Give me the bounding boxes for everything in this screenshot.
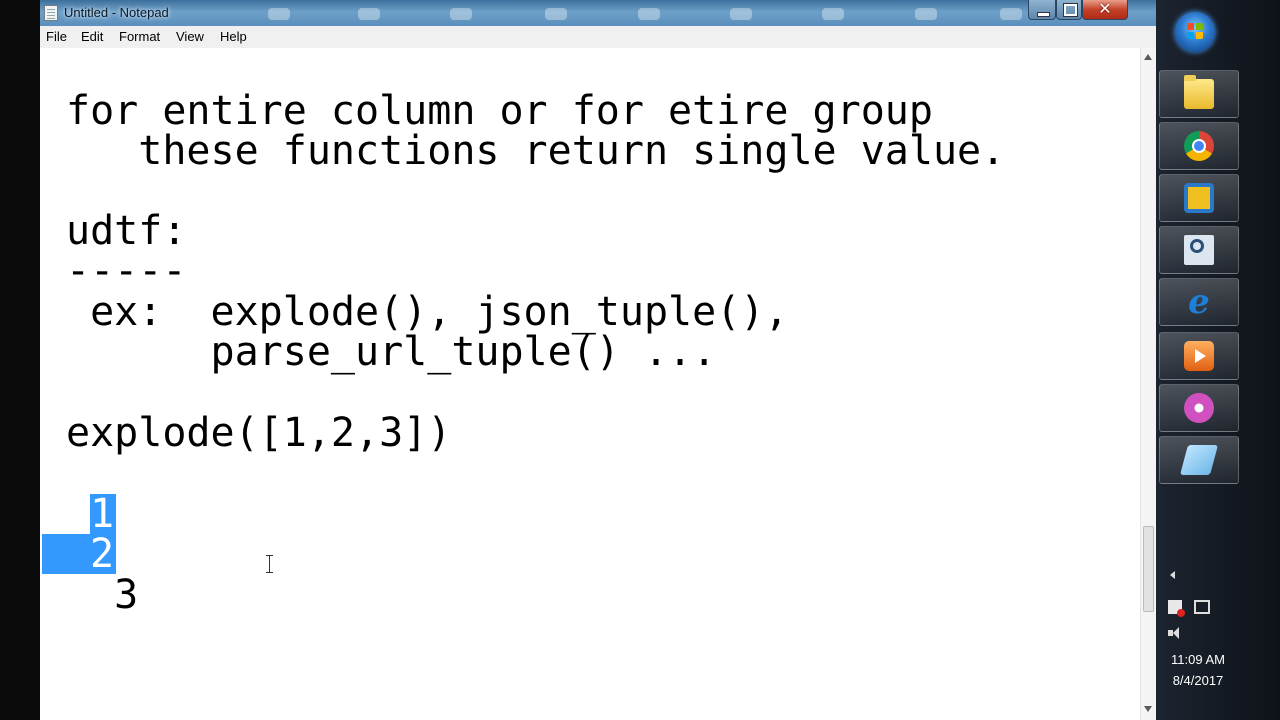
title-bar[interactable]: Untitled - Notepad ✕ — [40, 0, 1156, 26]
media-player-icon — [1184, 341, 1214, 371]
background-blur — [915, 8, 937, 20]
window-title: Untitled - Notepad — [64, 5, 169, 20]
scroll-thumb[interactable] — [1143, 526, 1154, 612]
background-blur — [450, 8, 472, 20]
minimize-button[interactable] — [1028, 0, 1056, 20]
menu-bar: File Edit Format View Help — [40, 26, 1156, 49]
close-button[interactable]: ✕ — [1082, 0, 1128, 20]
menu-view[interactable]: View — [176, 29, 204, 44]
menu-format[interactable]: Format — [119, 29, 160, 44]
taskbar-virtualbox[interactable] — [1159, 174, 1239, 222]
taskbar-internet-explorer[interactable]: e — [1159, 278, 1239, 326]
text-line: parse_url_tuple() ... — [66, 329, 717, 375]
virtualbox-icon — [1184, 183, 1214, 213]
taskbar-eraser-app[interactable] — [1159, 436, 1239, 484]
clock-date[interactable]: 8/4/2017 — [1156, 673, 1240, 688]
action-center-flag-icon[interactable] — [1168, 600, 1185, 617]
close-icon: ✕ — [1098, 0, 1112, 18]
text-line: udtf: — [66, 208, 187, 254]
text-cursor-icon — [266, 555, 274, 573]
menu-file[interactable]: File — [46, 29, 67, 44]
background-blur — [822, 8, 844, 20]
network-icon[interactable] — [1194, 600, 1210, 614]
text-line: 3 — [66, 572, 139, 618]
selected-text-line: 1 — [90, 491, 115, 537]
scroll-down-arrow-icon[interactable] — [1144, 706, 1152, 712]
left-border — [0, 0, 40, 720]
text-line: these functions return single value. — [66, 128, 1006, 174]
taskbar-folder[interactable] — [1159, 70, 1239, 118]
text-editor[interactable]: for entire column or for etire group the… — [40, 48, 1140, 720]
background-blur — [268, 8, 290, 20]
show-hidden-icons-icon[interactable] — [1170, 571, 1175, 579]
chrome-icon — [1184, 131, 1214, 161]
maximize-button[interactable] — [1056, 0, 1082, 20]
taskbar-search[interactable] — [1159, 226, 1239, 274]
clock-time[interactable]: 11:09 AM — [1156, 652, 1240, 667]
taskbar-flower-app[interactable] — [1159, 384, 1239, 432]
search-icon — [1184, 235, 1214, 265]
folder-icon — [1184, 75, 1214, 109]
selected-text-line: 2 — [90, 531, 115, 577]
text-line: ----- — [66, 248, 187, 294]
background-blur — [1000, 8, 1022, 20]
internet-explorer-icon: e — [1188, 282, 1210, 322]
background-blur — [638, 8, 660, 20]
vertical-scrollbar[interactable] — [1140, 48, 1156, 720]
background-blur — [545, 8, 567, 20]
background-blur — [730, 8, 752, 20]
volume-icon[interactable] — [1168, 627, 1182, 639]
text-line: for entire column or for etire group — [66, 88, 933, 134]
menu-help[interactable]: Help — [220, 29, 247, 44]
menu-edit[interactable]: Edit — [81, 29, 103, 44]
notepad-window: Untitled - Notepad ✕ File Edit Format Vi… — [40, 0, 1156, 720]
text-line: ex: explode(), json_tuple(), — [66, 289, 789, 335]
taskbar: e 11:09 AM 8/4/2017 — [1156, 0, 1280, 720]
flower-app-icon — [1184, 393, 1214, 423]
eraser-app-icon — [1179, 445, 1219, 475]
taskbar-media-player[interactable] — [1159, 332, 1239, 380]
text-line: explode([1,2,3]) — [66, 410, 452, 456]
scroll-up-arrow-icon[interactable] — [1144, 54, 1152, 60]
background-blur — [358, 8, 380, 20]
notepad-icon[interactable] — [44, 5, 58, 21]
start-button[interactable] — [1175, 12, 1215, 52]
taskbar-chrome[interactable] — [1159, 122, 1239, 170]
